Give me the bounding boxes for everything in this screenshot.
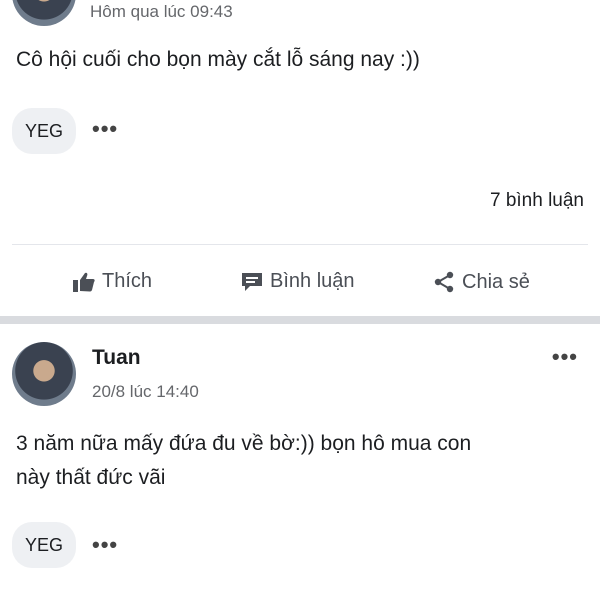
avatar[interactable] xyxy=(12,342,76,406)
avatar[interactable] xyxy=(12,0,76,26)
stock-tag[interactable]: YEG xyxy=(12,522,76,568)
comment-label: Bình luận xyxy=(270,270,355,292)
like-label: Thích xyxy=(102,270,153,292)
divider xyxy=(12,244,588,245)
thumbs-up-icon xyxy=(72,271,96,293)
comments-count[interactable]: 7 bình luận xyxy=(490,190,584,212)
post-text-line-2: này thất đức vãi xyxy=(16,466,166,489)
post-text-line-1: 3 năm nữa mấy đứa đu về bờ:)) bọn hô mua… xyxy=(16,432,472,455)
more-horizontal-icon[interactable]: ••• xyxy=(92,532,118,558)
stock-tag-label: YEG xyxy=(24,534,63,555)
share-button[interactable]: Chia sẻ xyxy=(432,270,530,294)
more-horizontal-icon[interactable]: ••• xyxy=(92,116,118,142)
share-icon xyxy=(432,270,456,294)
comment-button[interactable]: Bình luận xyxy=(240,270,355,293)
author-name[interactable]: Tuan xyxy=(92,346,141,370)
like-button[interactable]: Thích xyxy=(72,270,152,293)
post-separator xyxy=(0,316,600,324)
comment-icon xyxy=(240,271,264,293)
options-icon[interactable]: ••• xyxy=(552,344,578,370)
stock-tag-label: YEG xyxy=(24,120,63,141)
stock-tag[interactable]: YEG xyxy=(12,108,76,154)
share-label: Chia sẻ xyxy=(462,270,530,293)
post-timestamp[interactable]: Hôm qua lúc 09:43 xyxy=(90,2,233,22)
post-timestamp[interactable]: 20/8 lúc 14:40 xyxy=(92,382,199,402)
post-text: Cô hội cuối cho bọn mày cắt lỗ sáng nay … xyxy=(16,48,420,71)
